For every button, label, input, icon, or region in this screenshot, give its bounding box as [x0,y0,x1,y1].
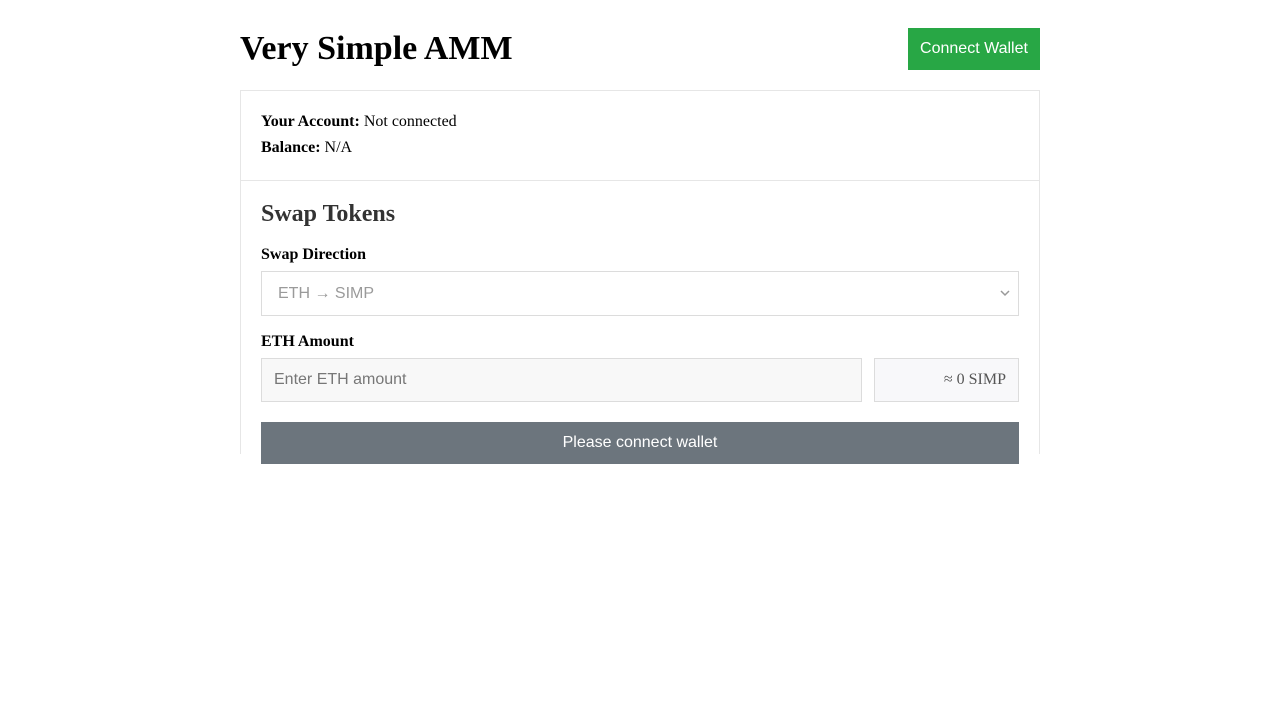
balance-row: Balance: N/A [261,135,1019,161]
app-container: Very Simple AMM Connect Wallet Your Acco… [240,0,1040,464]
header: Very Simple AMM Connect Wallet [240,0,1040,90]
eth-amount-label: ETH Amount [261,333,354,350]
connect-wallet-button[interactable]: Connect Wallet [908,28,1040,70]
amount-row: ≈ 0 SIMP [261,358,1019,402]
chevron-down-icon [998,285,1012,301]
balance-label: Balance: [261,139,321,156]
account-panel: Your Account: Not connected Balance: N/A [241,91,1039,181]
swap-direction-value: ETH → SIMP [278,285,375,302]
account-label: Your Account: [261,113,360,130]
amm-card: Your Account: Not connected Balance: N/A… [240,90,1040,464]
page-title: Very Simple AMM [240,30,513,67]
eth-amount-input[interactable] [261,358,862,402]
swap-title: Swap Tokens [261,201,396,227]
swap-action-button[interactable]: Please connect wallet [261,422,1019,464]
account-row: Your Account: Not connected [261,109,1019,135]
swap-direction-label: Swap Direction [261,246,367,263]
swap-panel: Swap Tokens Swap Direction ETH → SIMP ET… [241,181,1039,464]
balance-value: N/A [324,139,353,156]
swap-direction-select[interactable]: ETH → SIMP [261,271,1019,316]
account-value: Not connected [363,113,457,130]
simp-estimate: ≈ 0 SIMP [874,358,1019,402]
